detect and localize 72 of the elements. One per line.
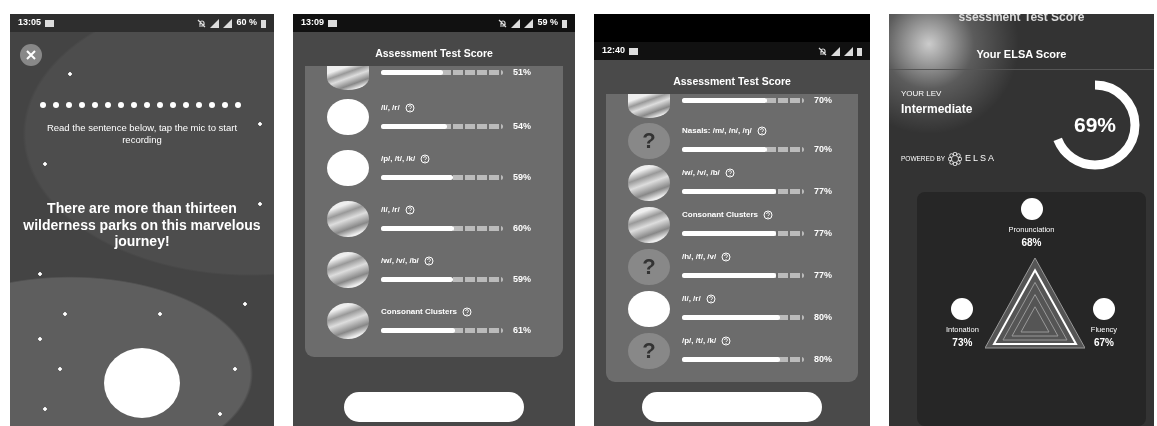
score-percent: 77%	[814, 185, 832, 198]
score-percent: 59%	[513, 272, 531, 286]
score-percent: 77%	[814, 269, 832, 282]
help-icon[interactable]	[721, 252, 732, 262]
help-icon[interactable]	[763, 210, 773, 220]
continue-button[interactable]	[642, 392, 822, 422]
score-percent: 80%	[814, 311, 832, 324]
score-percent: 60%	[513, 221, 531, 235]
close-icon	[26, 50, 36, 60]
sound-label: /l/, /r/	[381, 203, 400, 216]
help-icon[interactable]	[404, 204, 415, 215]
score-percent: 51%	[513, 65, 531, 79]
help-icon[interactable]	[756, 126, 767, 136]
battery-icon	[562, 18, 567, 28]
score-percent: 54%	[513, 119, 531, 133]
skill-icon	[951, 298, 974, 321]
score-percent: 77%	[814, 227, 832, 240]
continue-button[interactable]	[344, 392, 524, 422]
help-icon[interactable]	[705, 294, 716, 304]
score-percent: 59%	[513, 170, 531, 184]
instruction-text: Read the sentence below, tap the mic to start recording	[45, 122, 239, 146]
help-icon[interactable]	[423, 255, 434, 266]
sentence-text: There are more than thirteen wilderness parks on this marvelous journey!	[22, 199, 262, 251]
sound-label: /p/, /t/, /k/	[682, 335, 717, 347]
notification-icon	[45, 19, 55, 27]
sound-label: /p/, /t/, /k/	[381, 152, 416, 165]
flower-logo-icon	[948, 152, 963, 167]
sound-label: /h/, /f/, /v/	[682, 251, 717, 263]
status-time: 13:09	[301, 16, 325, 30]
question-icon: ?	[628, 248, 670, 285]
level-name: Intermediate	[901, 101, 974, 119]
help-icon[interactable]	[721, 336, 732, 346]
notification-icon	[328, 19, 338, 27]
bell-off-icon	[498, 18, 508, 28]
skill-percent: 67%	[1093, 336, 1114, 351]
level-caption: YOUR LEV	[901, 88, 943, 101]
score-percent: 70%	[814, 143, 832, 156]
skill-percent: 73%	[952, 336, 973, 351]
battery-percent: 59 %	[537, 16, 558, 30]
screen-title: Assessment Test Score	[672, 74, 792, 89]
skill-icon	[1020, 198, 1043, 221]
score-percent: 70%	[814, 93, 832, 107]
sound-label: Consonant Clusters	[381, 305, 457, 318]
status-time: 13:05	[18, 16, 42, 30]
sound-label: /l/, /r/	[682, 293, 701, 305]
close-button[interactable]	[20, 44, 42, 66]
skill-percent: 68%	[1021, 236, 1042, 251]
brand-name: ELSA	[965, 152, 997, 166]
help-icon[interactable]	[404, 102, 415, 113]
bell-off-icon	[818, 46, 827, 56]
notification-icon	[629, 47, 639, 55]
sound-label: Nasals: /m/, /n/, /ŋ/	[682, 125, 752, 137]
question-icon: ?	[628, 332, 670, 369]
score-percent: 80%	[814, 353, 832, 366]
screen-title: Assessment Test Score	[374, 46, 494, 61]
sound-label: Consonant Clusters	[682, 209, 758, 221]
score-percent: 69%	[1074, 112, 1116, 139]
question-icon: ?	[628, 122, 670, 159]
skill-icon	[1092, 298, 1115, 321]
status-time: 12:40	[602, 44, 626, 58]
sound-label: /w/, /v/, /b/	[682, 167, 720, 179]
help-icon[interactable]	[420, 153, 431, 164]
sound-label: /l/, /r/	[381, 101, 400, 114]
sound-label: /w/, /v/, /b/	[381, 254, 419, 267]
score-heading: Your ELSA Score	[889, 48, 1154, 71]
battery-icon	[857, 46, 862, 56]
score-percent: 61%	[513, 323, 531, 337]
help-icon[interactable]	[462, 306, 472, 317]
battery-percent: 60 %	[236, 16, 257, 30]
battery-icon	[261, 18, 266, 28]
bell-off-icon	[197, 18, 207, 28]
help-icon[interactable]	[724, 168, 735, 178]
